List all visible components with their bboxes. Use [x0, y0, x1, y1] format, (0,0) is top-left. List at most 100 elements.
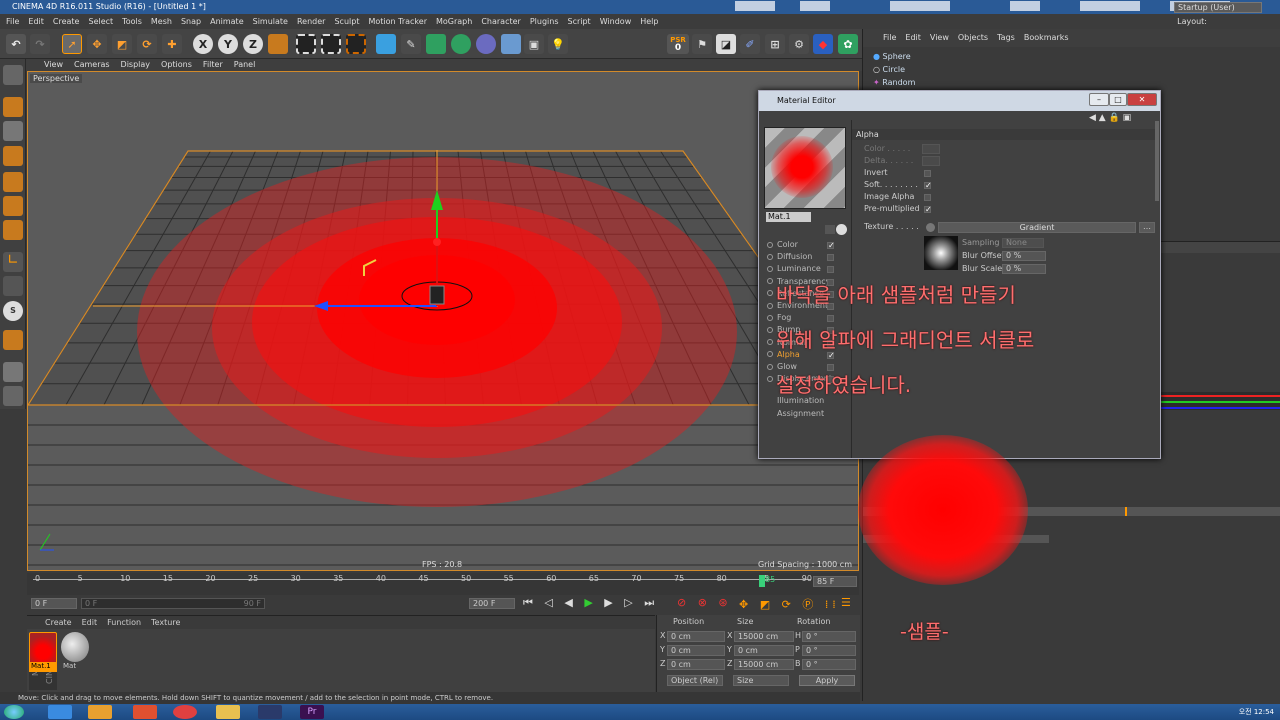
menu-simulate[interactable]: Simulate [253, 17, 288, 26]
deformer-icon[interactable] [476, 34, 496, 54]
menu-tools[interactable]: Tools [122, 17, 142, 26]
delta-swatch[interactable] [922, 156, 940, 166]
undo-icon[interactable]: ↶ [6, 34, 26, 54]
range-slider[interactable]: 0 F 90 F [81, 598, 265, 609]
material-name-field[interactable]: Mat.1 [766, 212, 811, 222]
texture-icon[interactable] [3, 362, 23, 382]
array-icon[interactable] [451, 34, 471, 54]
apply-button[interactable]: Apply [799, 675, 855, 686]
mat-menu-texture[interactable]: Texture [151, 618, 180, 627]
axis-mode-icon[interactable]: ∟ [3, 252, 23, 272]
menu-script[interactable]: Script [567, 17, 590, 26]
channel-radio-icon[interactable] [767, 339, 773, 346]
preview-arrow-icon[interactable] [825, 225, 835, 234]
key-controls[interactable]: ✥ ◩ ⟳ Ⓟ ⁞⁞ [739, 596, 840, 612]
start-frame-field[interactable]: 0 F [31, 598, 77, 609]
channel-radio-icon[interactable] [767, 241, 773, 248]
channel-radio-icon[interactable] [767, 290, 773, 297]
channel-checkbox[interactable] [827, 254, 834, 262]
menu-edit[interactable]: Edit [28, 17, 44, 26]
minimize-button[interactable]: – [1089, 93, 1109, 106]
channel-checkbox[interactable] [827, 266, 834, 274]
explorer-icon[interactable] [88, 705, 112, 719]
workplane-icon[interactable]: ◪ [716, 34, 736, 54]
make-editable-icon[interactable] [3, 65, 23, 85]
viewport-menu-cameras[interactable]: Cameras [74, 60, 110, 69]
timeline[interactable]: 0 5 10 15 20 25 30 35 40 45 50 55 60 65 70 75 80 85 90 85 … [27, 573, 859, 595]
texture-button[interactable]: Gradient [938, 222, 1136, 233]
max-frame-field[interactable]: 200 F [469, 598, 515, 609]
editor-scrollbar[interactable] [1155, 121, 1159, 201]
edges-mode-icon[interactable] [3, 196, 23, 216]
channel-radio-icon[interactable] [767, 363, 773, 370]
texture-options-button[interactable]: … [1139, 222, 1155, 233]
app-icon[interactable] [133, 705, 157, 719]
preview-settings-icon[interactable] [836, 224, 847, 235]
tweak-mode-icon[interactable] [3, 276, 23, 296]
render-view-icon[interactable] [296, 34, 316, 54]
grid-layout-icon[interactable]: ⊞ [765, 34, 785, 54]
coord-mode-dropdown[interactable]: Object (Rel) [667, 675, 723, 686]
blur-scale-field[interactable]: 0 % [1002, 264, 1046, 274]
coordinate-system-icon[interactable] [268, 34, 288, 54]
premultiplied-checkbox[interactable]: ✓ [924, 206, 932, 214]
size-field[interactable]: 15000 cm [734, 631, 794, 642]
menu-character[interactable]: Character [481, 17, 521, 26]
size-field[interactable]: 0 cm [734, 645, 794, 656]
menu-mesh[interactable]: Mesh [151, 17, 172, 26]
psr-button[interactable]: PSR 0 [667, 34, 689, 54]
obj-menu-tags[interactable]: Tags [997, 33, 1015, 42]
obj-menu-bookmarks[interactable]: Bookmarks [1024, 33, 1069, 42]
soft-checkbox[interactable]: ✓ [924, 182, 932, 190]
camera-icon[interactable]: ▣ [524, 34, 544, 54]
obj-menu-file[interactable]: File [883, 33, 896, 42]
size-field[interactable]: 15000 cm [734, 659, 794, 670]
recent-tool-icon[interactable]: ✚ [162, 34, 182, 54]
menu-help[interactable]: Help [640, 17, 658, 26]
position-field[interactable]: 0 cm [667, 645, 725, 656]
channel-luminance[interactable]: Luminance [767, 263, 821, 275]
channel-radio-icon[interactable] [767, 253, 773, 260]
menu-animate[interactable]: Animate [210, 17, 244, 26]
folder-icon[interactable] [216, 705, 240, 719]
light-icon[interactable]: 💡 [548, 34, 568, 54]
cinema4d-icon[interactable] [258, 705, 282, 719]
cube-icon[interactable] [376, 34, 396, 54]
channel-radio-icon[interactable] [767, 302, 773, 309]
scale-icon[interactable]: ◩ [112, 34, 132, 54]
viewport-menu-panel[interactable]: Panel [234, 60, 256, 69]
channel-checkbox[interactable] [827, 315, 834, 323]
material-swatch-mat[interactable] [61, 632, 89, 662]
menu-snap[interactable]: Snap [181, 17, 201, 26]
timeline-menu-icon[interactable]: ☰ [841, 596, 851, 609]
viewport-menu-view[interactable]: View [44, 60, 63, 69]
menu-mograph[interactable]: MoGraph [436, 17, 472, 26]
polygons-mode-icon[interactable] [3, 220, 23, 240]
start-button[interactable] [4, 705, 24, 719]
menu-plugins[interactable]: Plugins [530, 17, 559, 26]
mat-menu-create[interactable]: Create [45, 618, 72, 627]
menu-window[interactable]: Window [600, 17, 632, 26]
size-mode-dropdown[interactable]: Size [733, 675, 789, 686]
record-controls[interactable]: ⊘ ⊗ ⊛ [677, 596, 732, 609]
invert-checkbox[interactable] [924, 170, 931, 177]
end-frame-field[interactable]: 85 F [813, 576, 857, 587]
y-axis-lock[interactable]: Y [218, 34, 238, 54]
snapping-icon[interactable]: S [3, 301, 23, 321]
layout-dropdown[interactable]: Startup (User) [1174, 2, 1262, 13]
rotation-field[interactable]: 0 ° [802, 659, 856, 670]
image-alpha-checkbox[interactable] [924, 194, 931, 201]
z-axis-lock[interactable]: Z [243, 34, 263, 54]
points-mode-icon[interactable] [3, 172, 23, 192]
menu-render[interactable]: Render [297, 17, 325, 26]
subdivision-icon[interactable] [426, 34, 446, 54]
viewport-menu-filter[interactable]: Filter [203, 60, 223, 69]
floor-icon[interactable] [501, 34, 521, 54]
editor-nav-icons[interactable]: ◀ ▲ 🔒 ▣ [1089, 113, 1131, 123]
channel-assignment[interactable]: Assignment [777, 409, 824, 418]
redo-icon[interactable]: ↷ [30, 34, 50, 54]
channel-fog[interactable]: Fog [767, 312, 791, 324]
position-field[interactable]: 0 cm [667, 631, 725, 642]
menu-motion-tracker[interactable]: Motion Tracker [368, 17, 427, 26]
rotate-icon[interactable]: ⟳ [137, 34, 157, 54]
